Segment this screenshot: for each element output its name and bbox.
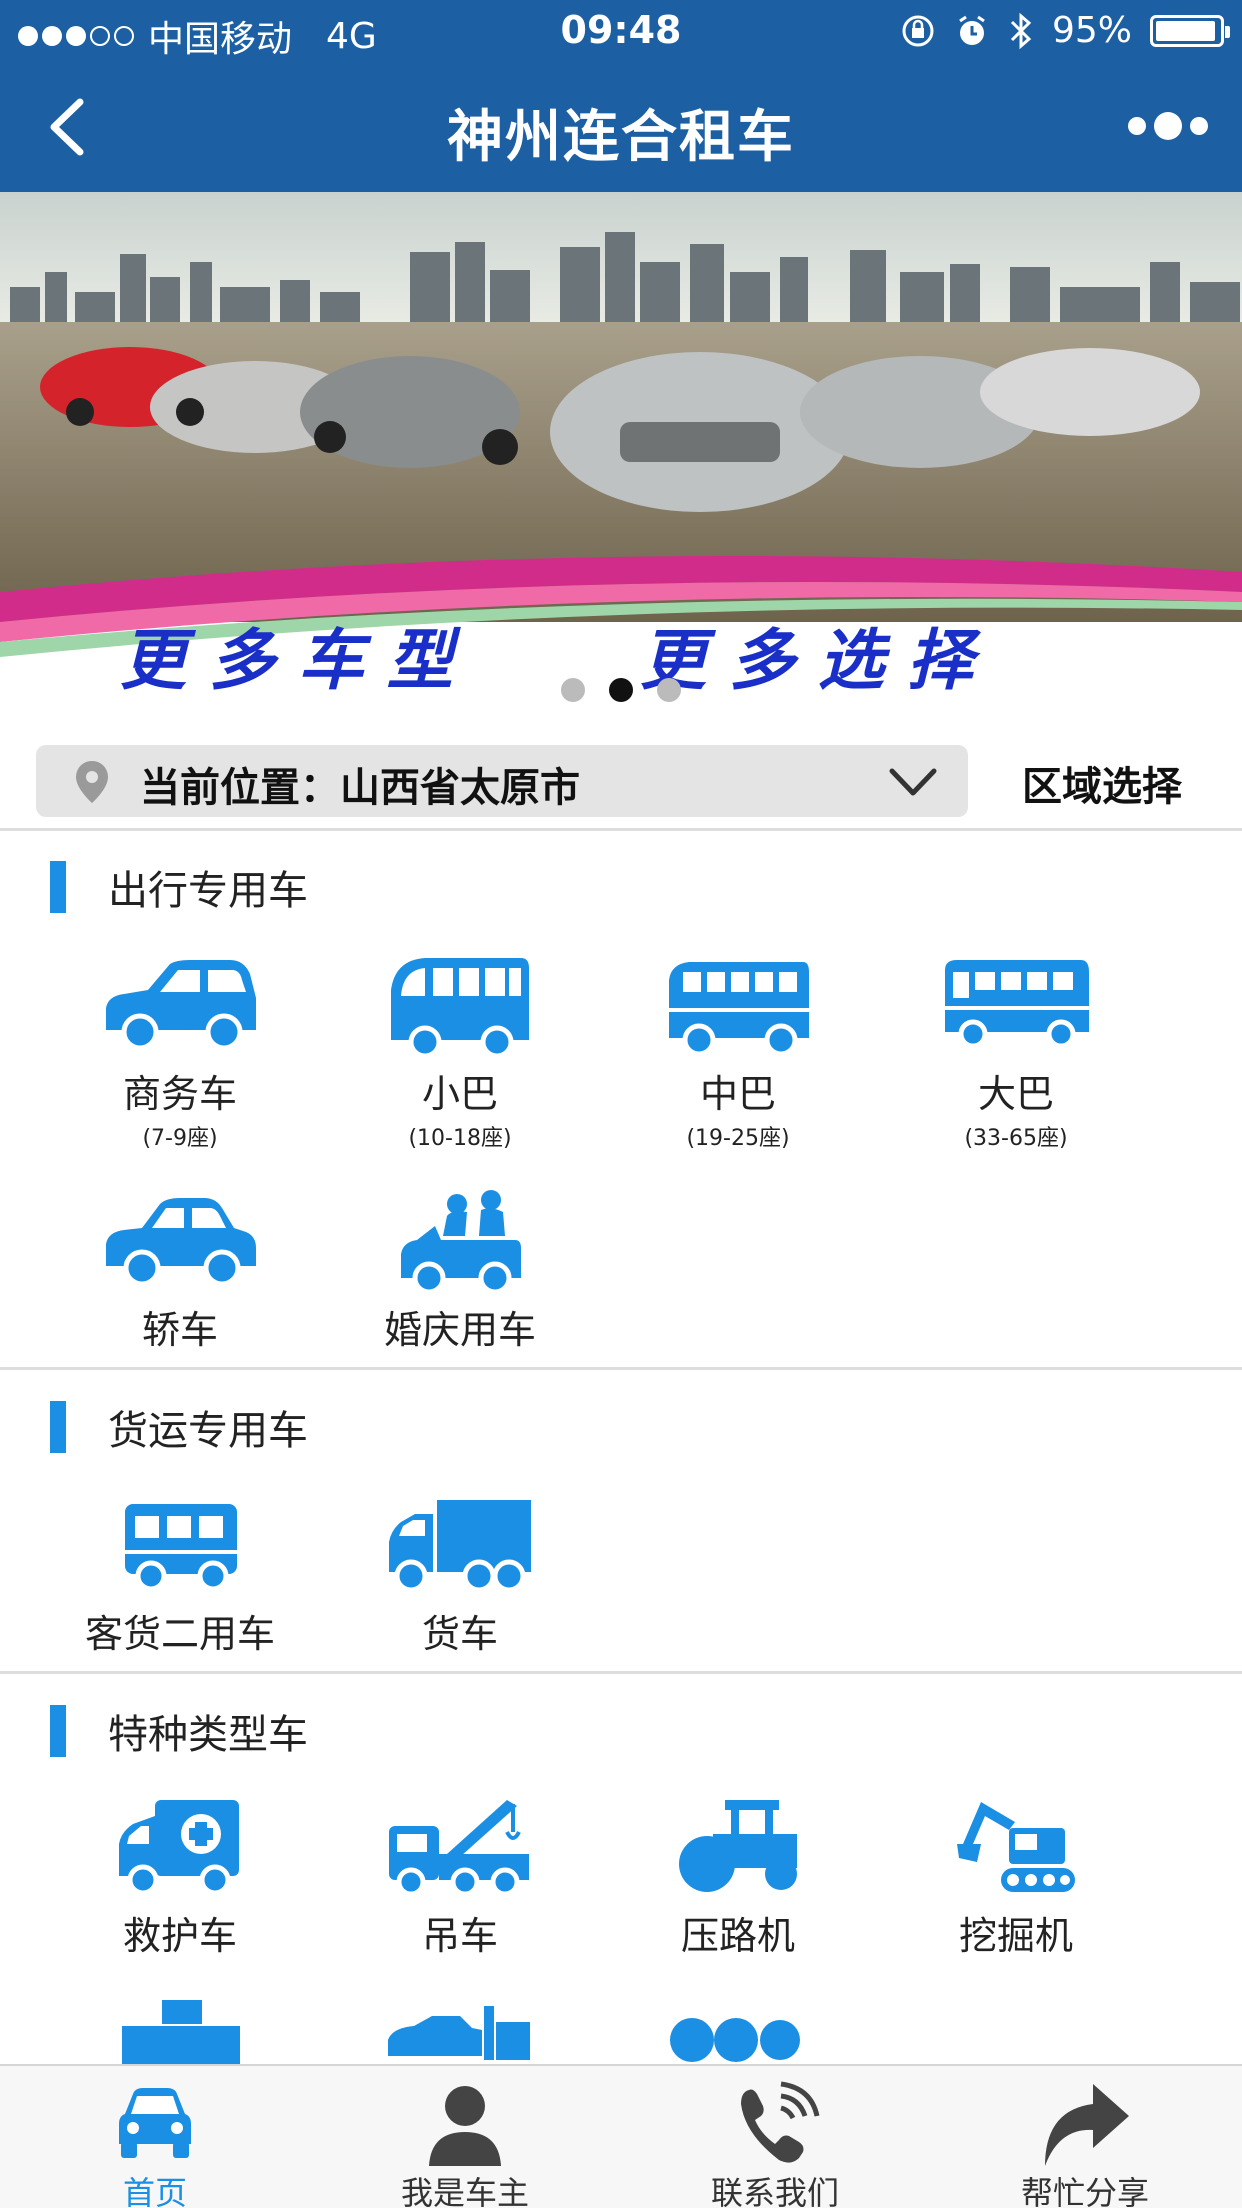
bluetooth-icon xyxy=(1010,12,1032,49)
midbus-icon xyxy=(669,962,809,1057)
location-selector[interactable]: 当前位置：山西省太原市 xyxy=(36,745,968,817)
car-carrier-icon xyxy=(388,2006,530,2060)
excavator-icon xyxy=(957,1802,1075,1892)
battery-percent: 95% xyxy=(1051,10,1132,51)
vehicle-capacity: (10-18座) xyxy=(408,1126,512,1151)
alarm-icon xyxy=(959,15,985,45)
truck-icon xyxy=(389,1500,531,1593)
region-select-button[interactable]: 区域选择 xyxy=(1022,754,1182,812)
tab-label: 帮忙分享 xyxy=(1020,2174,1149,2208)
vehicle-label: 中巴 xyxy=(699,1072,776,1116)
vehicle-item-coach[interactable]: 大巴 (33-65座) xyxy=(876,950,1156,1152)
vehicle-capacity: (33-65座) xyxy=(964,1126,1068,1151)
vehicle-label: 婚庆用车 xyxy=(383,1308,536,1352)
promo-banner[interactable]: 更 多 车 型 更 多 选 择 xyxy=(0,192,1242,720)
vehicle-item-truck[interactable]: 货车 xyxy=(320,1490,600,1656)
vehicle-item-crane[interactable]: 吊车 xyxy=(320,1792,600,1958)
vehicle-label: 客货二用车 xyxy=(84,1612,275,1656)
vehicle-label: 压路机 xyxy=(680,1914,795,1958)
current-location-text: 当前位置：山西省太原市 xyxy=(140,765,580,811)
status-right: 95% xyxy=(900,10,1230,51)
sedan-icon xyxy=(106,1198,256,1287)
tab-home[interactable]: 首页 xyxy=(0,2066,310,2208)
share-icon xyxy=(1045,2084,1129,2166)
section-header-passenger: 出行专用车 xyxy=(50,858,308,916)
vehicle-label: 货车 xyxy=(421,1612,498,1656)
tab-contact[interactable]: 联系我们 xyxy=(620,2066,930,2208)
section-header-special: 特种类型车 xyxy=(50,1702,308,1760)
wedding-car-icon xyxy=(401,1190,521,1295)
carousel-dot[interactable] xyxy=(657,678,681,702)
roller-icon xyxy=(679,1800,797,1892)
vehicle-row-partial xyxy=(0,1996,1242,2064)
page-title: 神州连合租车 xyxy=(447,105,795,170)
rotation-lock-icon xyxy=(902,15,934,46)
section-title: 出行专用车 xyxy=(108,868,308,914)
crane-icon xyxy=(389,1800,529,1897)
section-accent-bar xyxy=(50,1401,66,1453)
loader-vehicle-icon xyxy=(122,2000,240,2064)
nav-bar: 神州连合租车 xyxy=(0,62,1242,192)
section-divider xyxy=(0,1671,1242,1674)
vehicle-item-minibus[interactable]: 小巴 (10-18座) xyxy=(320,950,600,1152)
vehicle-label: 商务车 xyxy=(122,1072,237,1116)
vehicle-label: 救护车 xyxy=(122,1914,237,1958)
vehicle-item-sedan[interactable]: 轿车 xyxy=(40,1186,320,1352)
van-icon xyxy=(125,1504,237,1592)
vehicle-item-wedding[interactable]: 婚庆用车 xyxy=(320,1186,600,1352)
vehicle-item-ambulance[interactable]: 救护车 xyxy=(40,1792,320,1958)
section-divider xyxy=(0,828,1242,831)
status-bar: 中国移动 4G 09:48 95% xyxy=(0,0,1242,62)
section-title: 货运专用车 xyxy=(108,1408,308,1454)
carousel-dot[interactable] xyxy=(561,678,585,702)
battery-icon xyxy=(1150,14,1230,47)
coach-icon xyxy=(945,960,1089,1049)
car-icon xyxy=(119,2088,191,2158)
vehicle-label: 轿车 xyxy=(141,1308,218,1352)
carousel-dot[interactable] xyxy=(609,678,633,702)
more-vehicles-icon[interactable] xyxy=(670,2004,800,2064)
ambulance-icon xyxy=(119,1800,239,1896)
vehicle-label: 吊车 xyxy=(421,1914,498,1958)
section-accent-bar xyxy=(50,1705,66,1757)
vehicle-item-excavator[interactable]: 挖掘机 xyxy=(876,1792,1156,1958)
person-icon xyxy=(429,2086,501,2166)
mpv-icon xyxy=(106,960,256,1051)
vehicle-capacity: (7-9座) xyxy=(142,1126,218,1151)
vehicle-item-mpv[interactable]: 商务车 (7-9座) xyxy=(40,950,320,1152)
section-header-freight: 货运专用车 xyxy=(50,1398,308,1456)
vehicle-label: 挖掘机 xyxy=(958,1914,1073,1958)
location-pin-icon xyxy=(76,761,108,803)
vehicle-label: 小巴 xyxy=(421,1072,498,1116)
bottom-tab-bar: 首页 我是车主 联系我们 帮忙分享 xyxy=(0,2064,1242,2208)
minibus-icon xyxy=(391,958,529,1059)
section-accent-bar xyxy=(50,861,66,913)
vehicle-capacity: (19-25座) xyxy=(686,1126,790,1151)
vehicle-item-roller[interactable]: 压路机 xyxy=(598,1792,878,1958)
carousel-indicator[interactable] xyxy=(0,678,1242,702)
phone-icon xyxy=(741,2081,820,2163)
section-title: 特种类型车 xyxy=(108,1712,308,1758)
vehicle-label: 大巴 xyxy=(977,1072,1054,1116)
tab-owner[interactable]: 我是车主 xyxy=(310,2066,620,2208)
section-divider xyxy=(0,1367,1242,1370)
chevron-down-icon[interactable] xyxy=(888,765,938,799)
tab-label: 首页 xyxy=(122,2174,187,2208)
tab-label: 联系我们 xyxy=(710,2174,839,2208)
tab-share[interactable]: 帮忙分享 xyxy=(930,2066,1240,2208)
tab-label: 我是车主 xyxy=(400,2174,529,2208)
vehicle-item-van[interactable]: 客货二用车 xyxy=(40,1490,320,1656)
more-menu-icon[interactable] xyxy=(1128,106,1208,146)
vehicle-item-midbus[interactable]: 中巴 (19-25座) xyxy=(598,950,878,1152)
